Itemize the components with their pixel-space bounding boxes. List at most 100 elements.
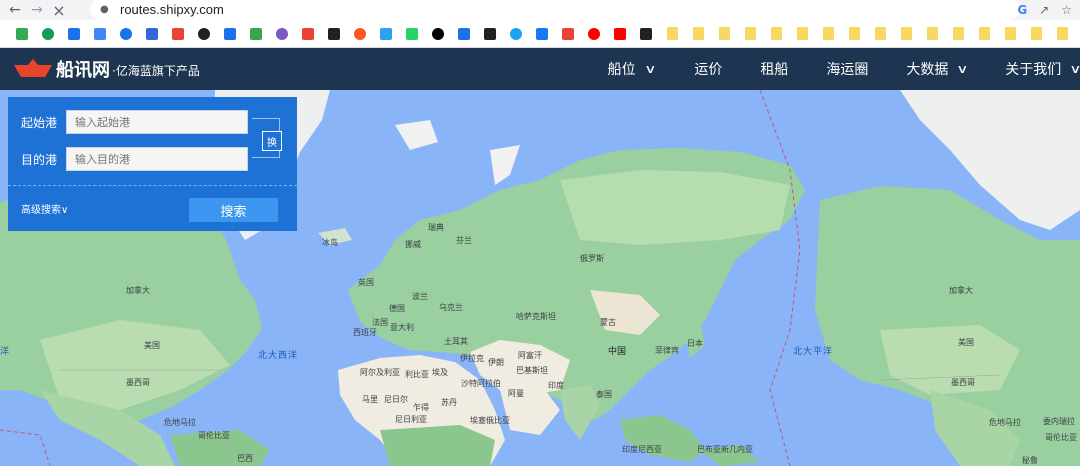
map-label: 埃及 bbox=[432, 368, 448, 377]
bookmark-icon[interactable] bbox=[321, 20, 347, 48]
bookmark-folder[interactable] bbox=[841, 20, 867, 48]
bookmark-folder[interactable] bbox=[893, 20, 919, 48]
map-label: 挪威 bbox=[405, 240, 421, 249]
bookmark-favicon-icon bbox=[276, 27, 288, 40]
map-label: 菲律宾 bbox=[655, 346, 679, 355]
bookmark-icon[interactable] bbox=[139, 20, 165, 48]
bookmark-icon[interactable] bbox=[581, 20, 607, 48]
advanced-search-link[interactable]: 高级搜索∨ bbox=[21, 201, 68, 216]
bookmark-icon[interactable] bbox=[35, 20, 61, 48]
browser-toolbar: ← → × ● routes.shipxy.com G ↗ ☆ bbox=[0, 0, 1080, 20]
map-label: 马里 bbox=[362, 395, 378, 404]
bookmark-folder[interactable] bbox=[971, 20, 997, 48]
back-icon[interactable]: ← bbox=[4, 0, 26, 20]
star-icon[interactable]: ☆ bbox=[1061, 3, 1072, 17]
bookmark-icon[interactable] bbox=[477, 20, 503, 48]
map-label: 伊拉克 bbox=[460, 354, 484, 363]
bookmark-icon[interactable] bbox=[555, 20, 581, 48]
bookmark-folder[interactable] bbox=[945, 20, 971, 48]
bookmark-folder[interactable] bbox=[997, 20, 1023, 48]
bookmark-icon[interactable] bbox=[607, 20, 633, 48]
panel-divider bbox=[8, 185, 297, 186]
bookmark-favicon-icon bbox=[510, 27, 522, 40]
forward-icon[interactable]: → bbox=[26, 0, 48, 20]
map-label: 沙特阿拉伯 bbox=[461, 379, 501, 388]
bookmark-favicon-icon bbox=[484, 27, 496, 40]
nav-item[interactable]: 关于我们 ∨ bbox=[1005, 48, 1080, 90]
bookmark-folder[interactable] bbox=[659, 20, 685, 48]
google-icon[interactable]: G bbox=[1017, 3, 1027, 17]
bookmark-folder[interactable] bbox=[737, 20, 763, 48]
map-label: 哥伦比亚 bbox=[1045, 433, 1077, 442]
bookmark-favicon-icon bbox=[42, 27, 54, 40]
map-label: 土耳其 bbox=[444, 337, 468, 346]
bookmark-folder[interactable] bbox=[711, 20, 737, 48]
share-icon[interactable]: ↗ bbox=[1039, 3, 1049, 17]
folder-icon bbox=[848, 27, 860, 40]
origin-row: 起始港 bbox=[8, 110, 248, 134]
bookmark-icon[interactable] bbox=[529, 20, 555, 48]
map-label: 印度尼西亚 bbox=[622, 445, 662, 454]
ship-logo-icon bbox=[14, 59, 52, 79]
bookmark-icon[interactable] bbox=[295, 20, 321, 48]
bookmark-favicon-icon bbox=[562, 27, 574, 40]
bookmark-icon[interactable] bbox=[243, 20, 269, 48]
bookmark-folder[interactable] bbox=[685, 20, 711, 48]
folder-icon bbox=[900, 27, 912, 40]
bookmark-favicon-icon bbox=[120, 27, 132, 40]
bookmark-favicon-icon bbox=[380, 27, 392, 40]
map-label: 英国 bbox=[358, 278, 374, 287]
bookmark-folder[interactable] bbox=[919, 20, 945, 48]
bookmark-icon[interactable] bbox=[61, 20, 87, 48]
bookmark-folder[interactable] bbox=[763, 20, 789, 48]
toolbar-right: G ↗ ☆ bbox=[1017, 0, 1080, 20]
bookmark-folder[interactable] bbox=[1023, 20, 1049, 48]
map-label: 中国 bbox=[608, 347, 627, 357]
bookmark-favicon-icon bbox=[640, 27, 652, 40]
map-label: 伊朗 bbox=[488, 358, 504, 367]
nav-item[interactable]: 海运圈 bbox=[826, 48, 868, 90]
bookmark-icon[interactable] bbox=[633, 20, 659, 48]
address-bar[interactable]: ● routes.shipxy.com bbox=[90, 0, 1020, 20]
map-label: 印度 bbox=[548, 381, 564, 390]
bookmark-icon[interactable] bbox=[399, 20, 425, 48]
bookmark-folder[interactable] bbox=[1049, 20, 1075, 48]
nav-item[interactable]: 船位 ∨ bbox=[608, 48, 657, 90]
map-label: 危地马拉 bbox=[164, 418, 196, 427]
bookmark-icon[interactable] bbox=[373, 20, 399, 48]
folder-icon bbox=[666, 27, 678, 40]
bookmark-folder[interactable] bbox=[815, 20, 841, 48]
map-label: 蒙古 bbox=[600, 318, 616, 327]
map-label: 埃塞俄比亚 bbox=[470, 416, 510, 425]
nav-item[interactable]: 大数据 ∨ bbox=[906, 48, 969, 90]
bookmark-icon[interactable] bbox=[503, 20, 529, 48]
map-label: 泰国 bbox=[596, 390, 612, 399]
swap-ports-button[interactable]: 换 bbox=[262, 131, 282, 151]
bookmark-icon[interactable] bbox=[217, 20, 243, 48]
bookmark-icon[interactable] bbox=[347, 20, 373, 48]
bookmark-icon[interactable] bbox=[425, 20, 451, 48]
bookmark-favicon-icon bbox=[68, 27, 80, 40]
nav-item[interactable]: 租船 bbox=[760, 48, 788, 90]
nav-item[interactable]: 运价 bbox=[694, 48, 722, 90]
bookmark-icon[interactable] bbox=[9, 20, 35, 48]
bookmark-folder[interactable] bbox=[867, 20, 893, 48]
folder-icon bbox=[796, 27, 808, 40]
folder-icon bbox=[770, 27, 782, 40]
stop-icon[interactable]: × bbox=[48, 0, 70, 20]
url-text: routes.shipxy.com bbox=[120, 1, 224, 17]
map-label: 瑞典 bbox=[428, 223, 444, 232]
map-label: 阿富汗 bbox=[518, 351, 542, 360]
bookmark-icon[interactable] bbox=[113, 20, 139, 48]
bookmark-icon[interactable] bbox=[269, 20, 295, 48]
origin-port-input[interactable] bbox=[66, 110, 248, 134]
search-button[interactable]: 搜索 bbox=[189, 198, 278, 222]
bookmark-icon[interactable] bbox=[165, 20, 191, 48]
bookmark-icon[interactable] bbox=[451, 20, 477, 48]
bookmark-folder[interactable] bbox=[789, 20, 815, 48]
logo-subtitle: ·亿海蓝旗下产品 bbox=[112, 64, 200, 78]
site-logo[interactable]: 船讯网 ·亿海蓝旗下产品 bbox=[14, 56, 200, 82]
dest-port-input[interactable] bbox=[66, 147, 248, 171]
bookmark-icon[interactable] bbox=[87, 20, 113, 48]
bookmark-icon[interactable] bbox=[191, 20, 217, 48]
